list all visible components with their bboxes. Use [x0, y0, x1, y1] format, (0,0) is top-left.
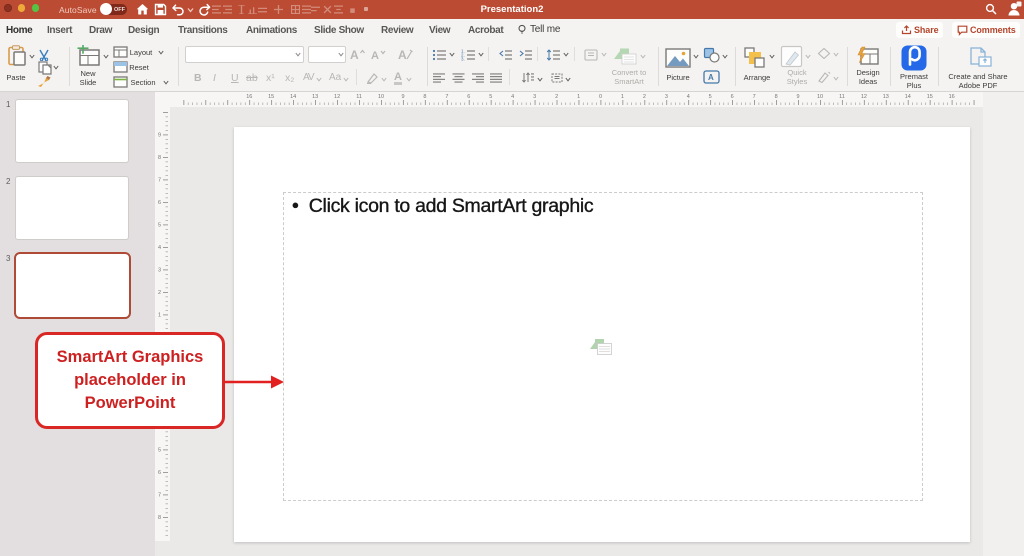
svg-text:6: 6: [467, 94, 470, 100]
svg-text:11: 11: [356, 94, 362, 100]
svg-text:7: 7: [445, 94, 448, 100]
svg-text:14: 14: [905, 94, 911, 100]
svg-text:1: 1: [577, 94, 580, 100]
svg-text:4: 4: [158, 245, 161, 251]
svg-text:7: 7: [753, 94, 756, 100]
svg-text:13: 13: [312, 94, 318, 100]
svg-text:12: 12: [861, 94, 867, 100]
svg-text:16: 16: [949, 94, 955, 100]
svg-text:13: 13: [883, 94, 889, 100]
svg-text:5: 5: [158, 448, 161, 454]
svg-text:2: 2: [643, 94, 646, 100]
svg-text:10: 10: [378, 94, 384, 100]
svg-text:9: 9: [796, 94, 799, 100]
svg-text:5: 5: [158, 223, 161, 229]
svg-text:3: 3: [665, 94, 668, 100]
svg-text:9: 9: [158, 133, 161, 139]
svg-text:4: 4: [687, 94, 690, 100]
svg-text:7: 7: [158, 178, 161, 184]
svg-text:2: 2: [555, 94, 558, 100]
svg-text:14: 14: [290, 94, 296, 100]
svg-text:12: 12: [334, 94, 340, 100]
svg-text:A: A: [398, 48, 407, 61]
svg-text:6: 6: [158, 470, 161, 476]
svg-text:15: 15: [268, 94, 274, 100]
svg-text:8: 8: [158, 515, 161, 521]
svg-text:5: 5: [489, 94, 492, 100]
svg-text:3: 3: [158, 268, 161, 274]
svg-text:A: A: [350, 48, 359, 61]
svg-text:3: 3: [533, 94, 536, 100]
svg-text:16: 16: [246, 94, 252, 100]
svg-text:5: 5: [709, 94, 712, 100]
svg-text:A: A: [371, 50, 379, 61]
svg-text:4: 4: [511, 94, 514, 100]
svg-text:0: 0: [599, 94, 602, 100]
svg-text:11: 11: [839, 94, 845, 100]
svg-text:15: 15: [927, 94, 933, 100]
svg-text:6: 6: [731, 94, 734, 100]
svg-text:1: 1: [158, 313, 161, 319]
svg-text:6: 6: [158, 200, 161, 206]
svg-text:7: 7: [158, 493, 161, 499]
svg-text:9: 9: [401, 94, 404, 100]
svg-text:A: A: [708, 73, 714, 82]
svg-text:1: 1: [621, 94, 624, 100]
svg-text:8: 8: [423, 94, 426, 100]
svg-text:2: 2: [158, 290, 161, 296]
svg-text:8: 8: [775, 94, 778, 100]
svg-text:10: 10: [817, 94, 823, 100]
svg-text:8: 8: [158, 155, 161, 161]
svg-text:3.: 3.: [461, 57, 465, 61]
